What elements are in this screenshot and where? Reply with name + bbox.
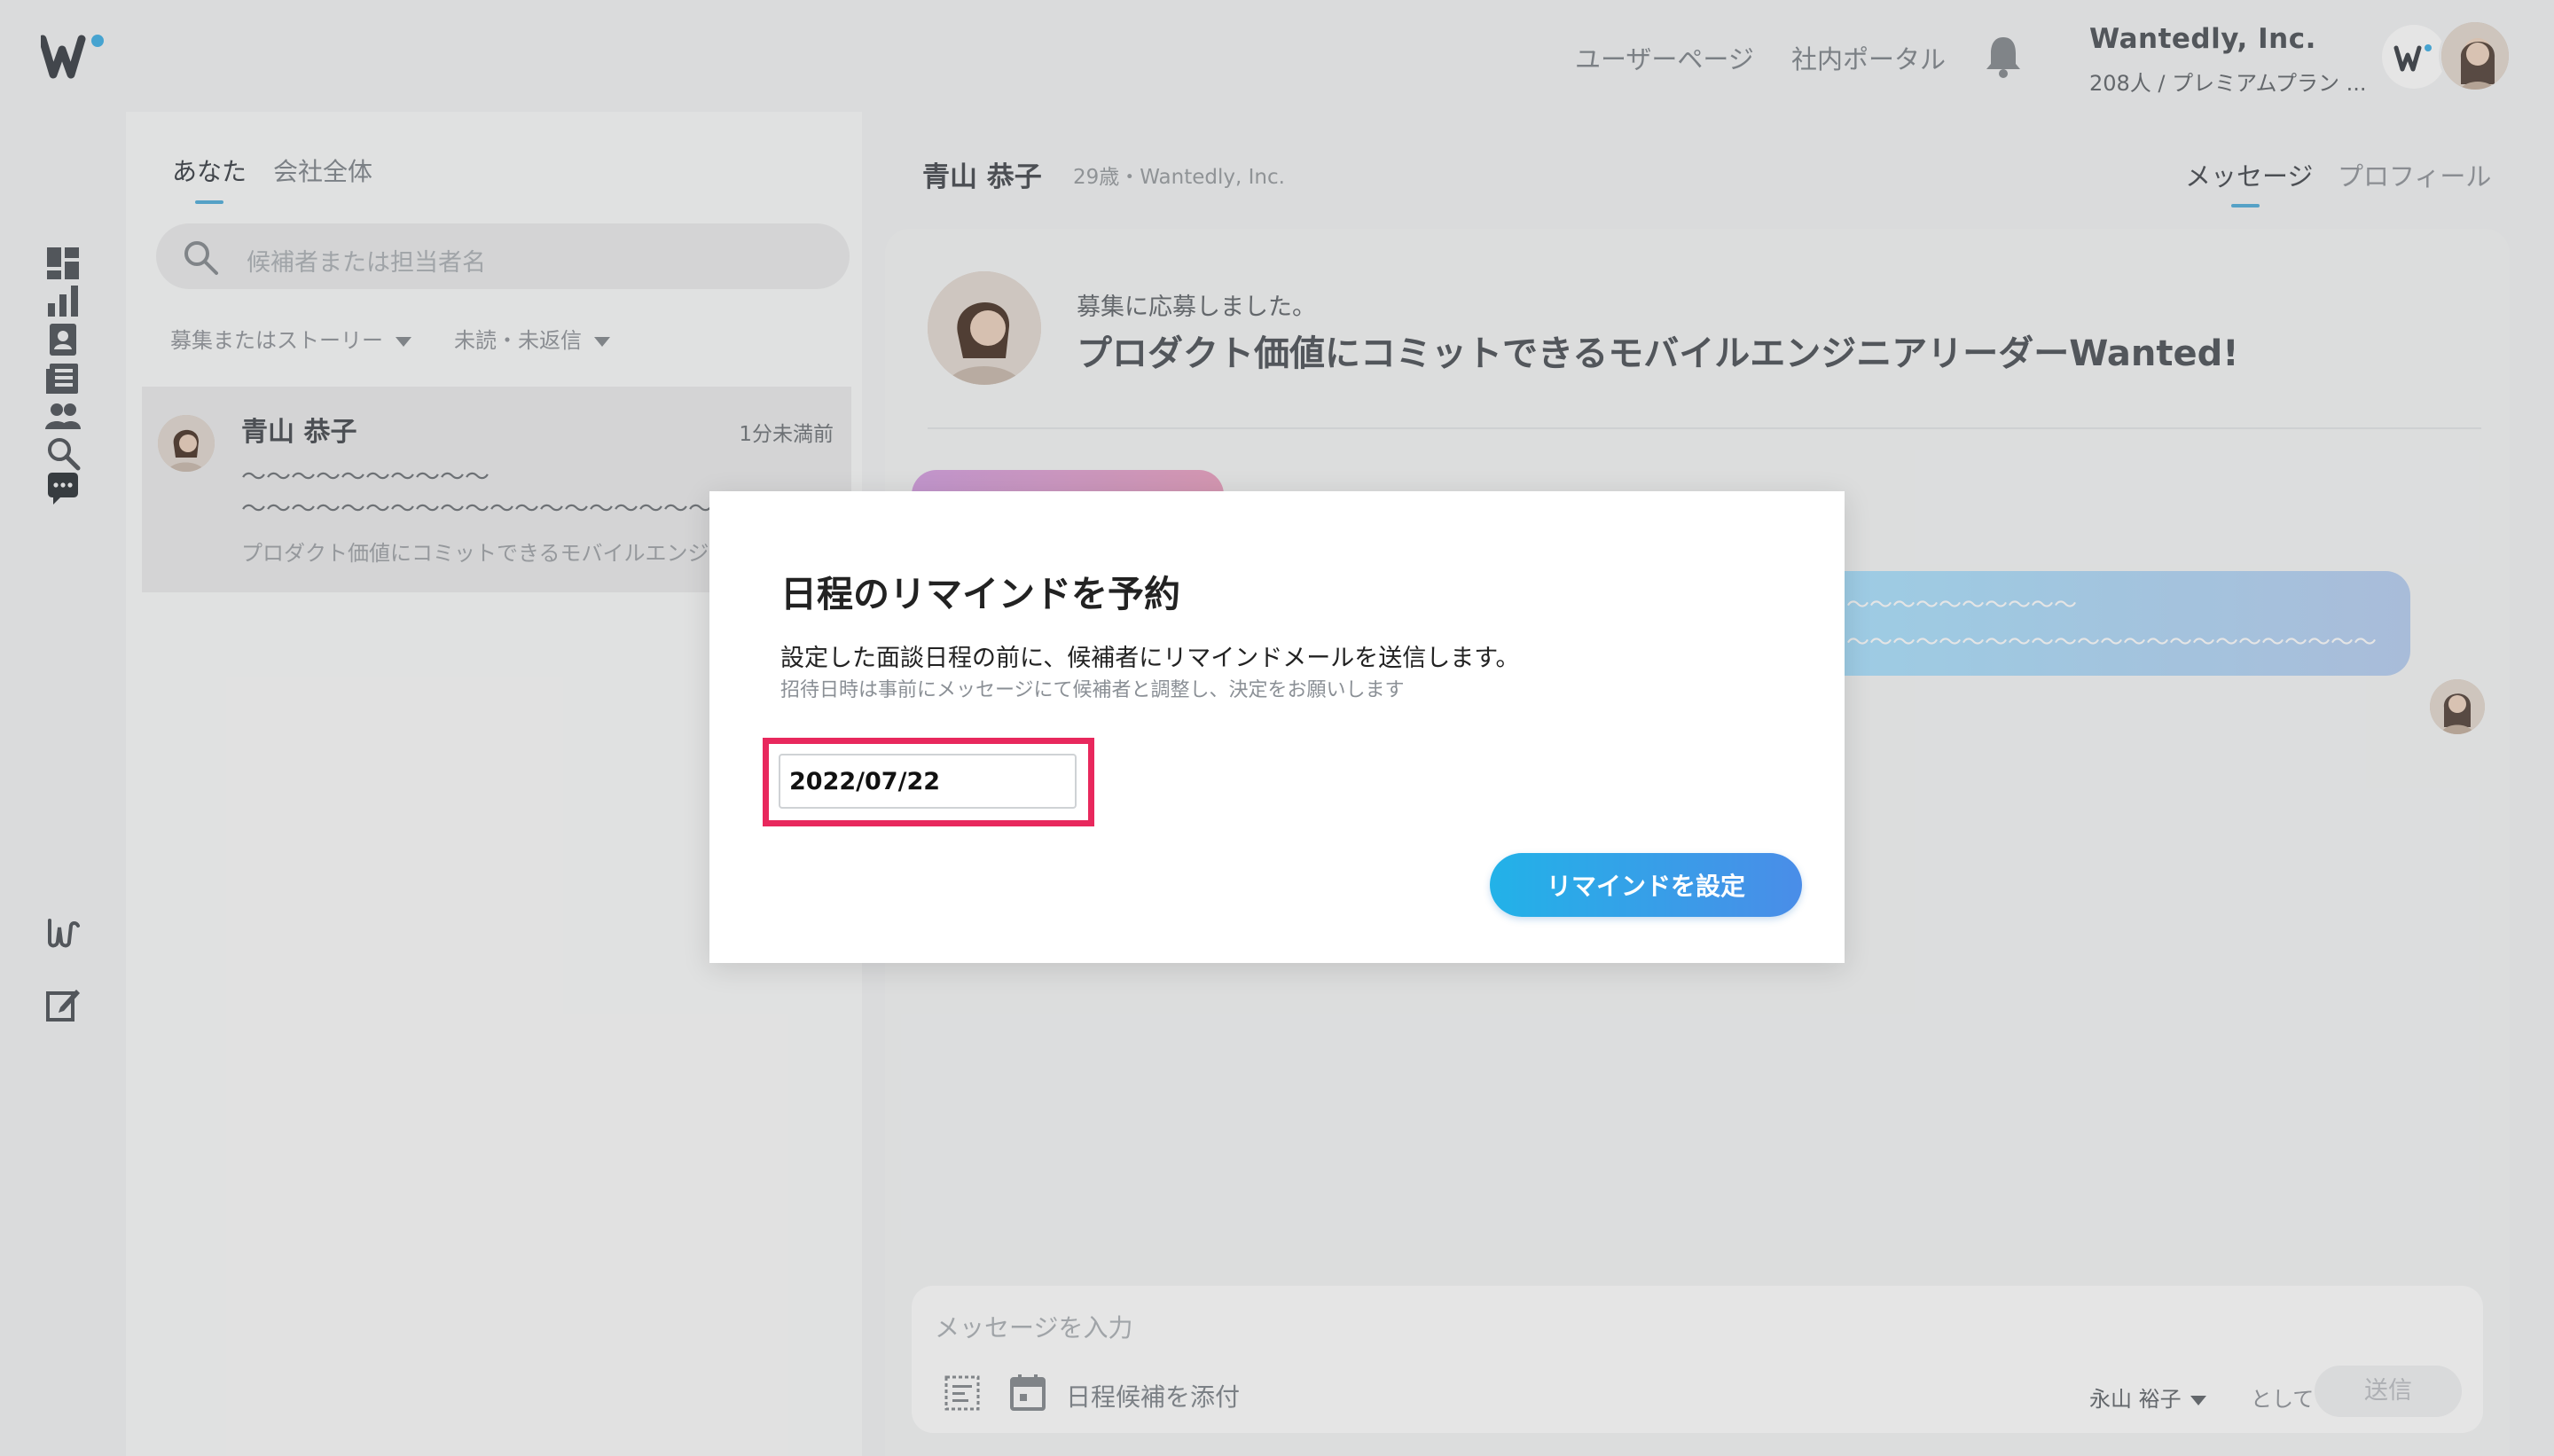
modal-note: 招待日時は事前にメッセージにて候補者と調整し、決定をお願いします (780, 679, 1405, 701)
modal-title: 日程のリマインドを予約 (780, 573, 1180, 615)
date-input[interactable] (779, 754, 1077, 809)
remind-modal: 日程のリマインドを予約 設定した面談日程の前に、候補者にリマインドメールを送信し… (709, 491, 1845, 963)
app: ユーザーページ 社内ポータル Wantedly, Inc. 208人 / プレミ… (0, 0, 2554, 1456)
set-reminder-button[interactable]: リマインドを設定 (1490, 853, 1802, 917)
modal-description: 設定した面談日程の前に、候補者にリマインドメールを送信します。 (780, 645, 1520, 672)
